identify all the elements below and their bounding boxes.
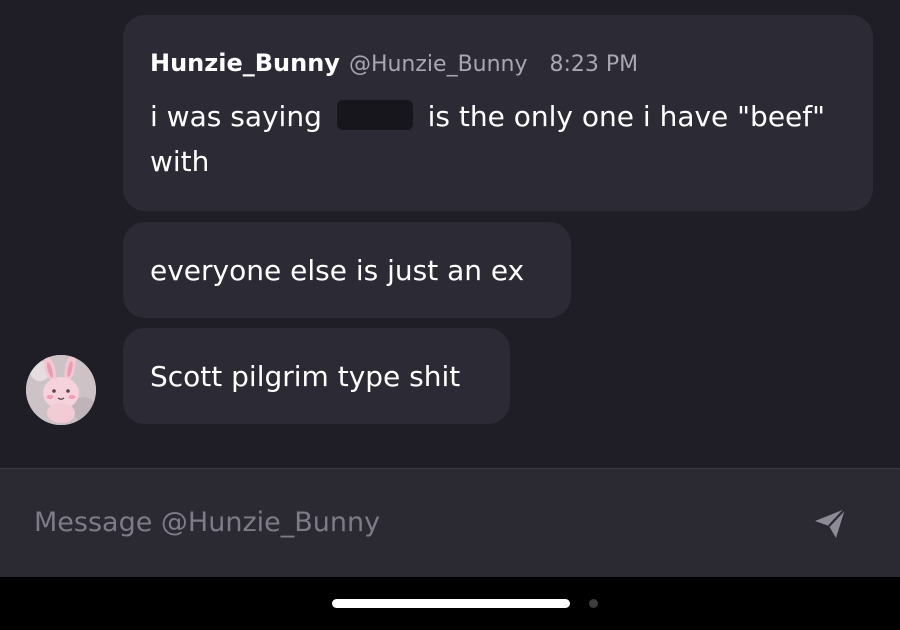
- pink-bunny-avatar-icon: [26, 355, 96, 425]
- message-bubble[interactable]: Scott pilgrim type shit: [123, 328, 510, 424]
- send-button[interactable]: [812, 505, 848, 541]
- message-text: Scott pilgrim type shit: [150, 359, 461, 393]
- message-list[interactable]: Hunzie_Bunny @Hunzie_Bunny 8:23 PM i was…: [0, 0, 900, 468]
- message-text-part: i was saying: [150, 100, 331, 133]
- message-header: Hunzie_Bunny @Hunzie_Bunny 8:23 PM: [150, 49, 847, 79]
- dm-chat-screen: Hunzie_Bunny @Hunzie_Bunny 8:23 PM i was…: [0, 0, 900, 630]
- send-paper-plane-icon: [815, 508, 846, 538]
- message-bubble[interactable]: Hunzie_Bunny @Hunzie_Bunny 8:23 PM i was…: [123, 15, 873, 211]
- author-handle: @Hunzie_Bunny: [348, 52, 528, 77]
- message-text: everyone else is just an ex: [150, 253, 525, 287]
- message-input[interactable]: [34, 499, 774, 545]
- message-composer: [0, 469, 900, 577]
- redaction-box: [336, 100, 413, 130]
- message-timestamp: 8:23 PM: [549, 52, 639, 77]
- message-bubble[interactable]: everyone else is just an ex: [123, 222, 571, 318]
- message-text: i was saying is the only one i have "bee…: [150, 94, 850, 184]
- nav-indicator-dot: [589, 599, 598, 608]
- home-gesture-handle[interactable]: [332, 599, 570, 608]
- system-navigation-bar: [0, 577, 900, 630]
- avatar[interactable]: [26, 355, 96, 425]
- author-name[interactable]: Hunzie_Bunny: [150, 49, 340, 77]
